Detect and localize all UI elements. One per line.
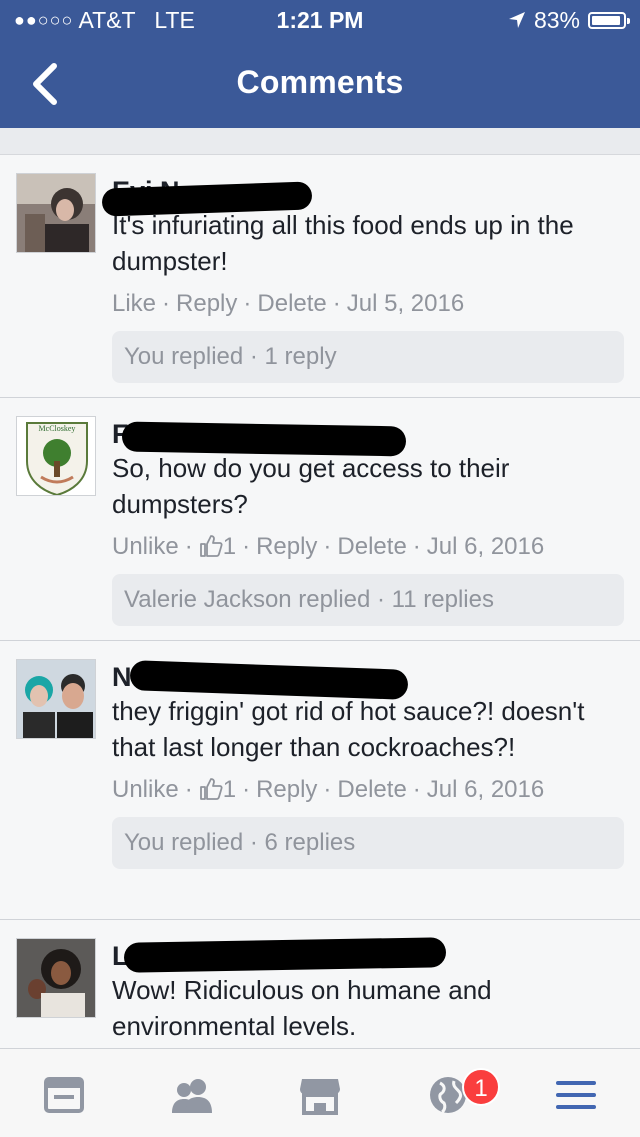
comment-actions: Unlike · 1 · Reply · Delete · Jul 6, 2016 (112, 776, 545, 803)
marketplace-icon[interactable] (298, 1073, 342, 1117)
status-right: 83% (508, 0, 630, 40)
reply-link[interactable]: Reply (256, 776, 317, 803)
avatar[interactable] (16, 659, 96, 739)
comment-item: L Wow! Ridiculous on humane and environm… (0, 920, 640, 1048)
avatar[interactable]: McCloskey (16, 416, 96, 496)
list-top-spacer (0, 128, 640, 155)
replies-summary[interactable]: You replied · 6 replies (112, 817, 624, 869)
comment-text: So, how do you get access to their dumps… (112, 453, 510, 519)
reply-link[interactable]: Reply (256, 533, 317, 560)
page-title: Comments (236, 64, 404, 100)
like-count: 1 (222, 776, 237, 803)
comment-author[interactable]: N (112, 660, 624, 700)
friends-icon[interactable] (170, 1073, 214, 1117)
battery-icon (588, 11, 630, 29)
notification-badge: 1 (462, 1068, 500, 1106)
location-arrow-icon (508, 12, 525, 28)
reply-link[interactable]: Reply (176, 290, 237, 317)
comment-date: Jul 6, 2016 (426, 533, 545, 560)
comment-item: McCloskey F So, how do you get access to… (0, 398, 640, 641)
menu-icon[interactable] (554, 1073, 598, 1117)
redaction-mark (123, 937, 447, 973)
comment-author[interactable]: L (112, 937, 624, 973)
unlike-link[interactable]: Unlike (112, 776, 179, 803)
comment-author[interactable]: F (112, 418, 624, 457)
thumbs-up-icon (199, 778, 223, 800)
delete-link[interactable]: Delete (337, 776, 406, 803)
replies-summary[interactable]: Valerie Jackson replied · 11 replies (112, 574, 624, 626)
comment-text: It's infuriating all this food ends up i… (112, 210, 574, 276)
like-count: 1 (222, 533, 237, 560)
comment-actions: Like · Reply · Delete · Jul 5, 2016 (112, 290, 465, 317)
delete-link[interactable]: Delete (257, 290, 326, 317)
comment-author[interactable]: Evi Numan (101, 175, 624, 217)
comment-text: Wow! Ridiculous on humane and environmen… (112, 975, 492, 1041)
comment-actions: Unlike · 1 · Reply · Delete · Jul 6, 2016 (112, 533, 545, 560)
comment-text: they friggin' got rid of hot sauce?! doe… (112, 696, 585, 762)
comment-date: Jul 6, 2016 (426, 776, 545, 803)
navigation-bar: Comments (0, 40, 640, 128)
crest-label: McCloskey (39, 424, 76, 433)
thumbs-up-icon (199, 535, 223, 557)
status-bar: ●●○○○ AT&T LTE 1:21 PM 83% (0, 0, 640, 40)
comment-date: Jul 5, 2016 (346, 290, 465, 317)
redaction-mark (121, 421, 407, 457)
battery-percent: 83% (533, 7, 580, 33)
comment-item: Evi Numan It's infuriating all this food… (0, 155, 640, 398)
like-link[interactable]: Like (112, 290, 156, 317)
avatar[interactable] (16, 173, 96, 253)
comments-list: Evi Numan It's infuriating all this food… (0, 128, 640, 1048)
comment-item: N they friggin' got rid of hot sauce?! d… (0, 641, 640, 920)
delete-link[interactable]: Delete (337, 533, 406, 560)
top-bar: ●●○○○ AT&T LTE 1:21 PM 83% Comments (0, 0, 640, 128)
bottom-tab-bar (0, 1048, 640, 1137)
avatar[interactable] (16, 938, 96, 1018)
news-feed-icon[interactable] (42, 1073, 86, 1117)
replies-summary[interactable]: You replied · 1 reply (112, 331, 624, 383)
unlike-link[interactable]: Unlike (112, 533, 179, 560)
